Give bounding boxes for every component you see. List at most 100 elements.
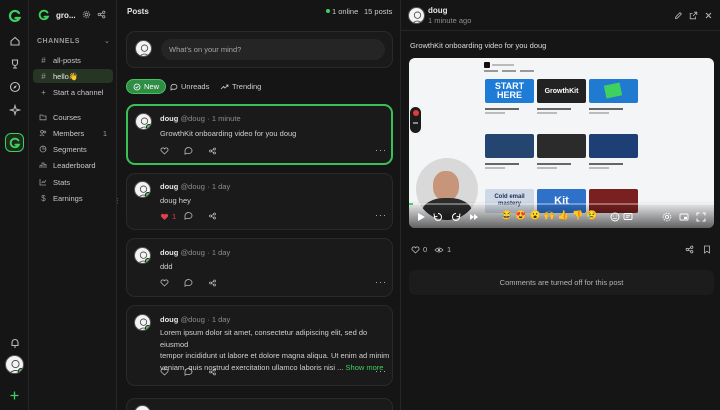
trophy-icon[interactable] [5,54,24,73]
tab-trending[interactable]: Trending [214,79,267,94]
comment-button[interactable] [184,368,193,376]
tab-label: Trending [232,82,262,91]
more-options-icon[interactable]: ··· [375,277,387,287]
sidebar-item-segments[interactable]: Segments [33,142,113,156]
growthkit-logo-icon[interactable] [5,6,24,25]
share-icon[interactable] [685,245,694,254]
view-count: 1 [447,245,452,254]
post-card[interactable]: doug @doug · 1 minute GrowthKit onboardi… [126,104,393,165]
speed-icon[interactable] [451,212,461,222]
post-author[interactable]: doug [160,248,178,257]
home-icon[interactable] [5,31,24,50]
share-icon[interactable] [208,212,217,220]
sidebar-item-label: Stats [53,177,71,187]
post-card[interactable] [126,398,393,410]
post-time: 1 day [211,315,231,324]
reaction-emoji[interactable]: 😍 [515,210,526,221]
picture-in-picture-icon[interactable] [679,212,689,222]
comment-button[interactable] [184,147,193,155]
detail-author[interactable]: doug [428,6,448,15]
workspace-logo-icon [38,9,50,21]
post-card[interactable]: doug @doug · 1 day Lorem ipsum dolor sit… [126,305,393,386]
composer-input[interactable]: What's on your mind? [161,39,385,60]
reaction-emoji[interactable]: 👎 [572,210,583,221]
bookmark-icon[interactable] [703,245,711,254]
video-tile-growthkit: GrowthKit [537,79,586,103]
settings-gear-icon[interactable] [82,10,91,19]
posts-title: Posts [127,7,149,16]
avatar [134,405,151,410]
post-author[interactable]: doug [160,315,178,324]
comment-icon[interactable] [623,212,633,222]
sidebar-item-earnings[interactable]: $ Earnings [33,191,113,205]
recording-control[interactable] [410,107,421,133]
avatar[interactable] [408,7,425,24]
share-icon[interactable] [97,10,106,19]
channels-section-label: CHANNELS [37,38,80,45]
edit-pencil-icon[interactable] [674,11,683,20]
post-author[interactable]: doug [160,182,178,191]
reaction-emoji[interactable]: 😢 [586,210,597,221]
more-options-icon[interactable]: ··· [375,366,387,376]
like-button[interactable] [160,279,169,287]
reaction-emoji[interactable]: 😮 [529,210,540,221]
compass-icon[interactable] [5,77,24,96]
close-icon[interactable] [704,11,713,20]
post-header: doug @doug · 1 day [160,182,231,191]
dollar-icon: $ [41,193,46,203]
video-progress-bar[interactable] [409,203,714,205]
tab-new[interactable]: New [126,79,167,94]
post-card[interactable]: doug @doug · 1 day doug hey 1 ··· [126,173,393,230]
post-author[interactable]: doug [160,114,178,123]
post-body: ddd [160,262,173,271]
sparkle-icon[interactable] [5,100,24,119]
share-icon[interactable] [208,368,217,376]
open-external-icon[interactable] [689,11,698,20]
sidebar-item-label: hello👋 [53,71,79,81]
profile-avatar[interactable] [5,355,24,374]
sidebar-item-stats[interactable]: Stats [33,175,113,189]
fast-forward-icon[interactable] [469,212,479,222]
comment-button[interactable] [184,212,193,220]
app-rail [0,0,29,410]
more-options-icon[interactable]: ··· [375,145,387,155]
sidebar-item-all-posts[interactable]: # all-posts [33,53,113,67]
tab-unreads[interactable]: Unreads [164,79,215,94]
rewind-icon[interactable] [433,212,443,222]
post-body-line: veniam, quis nostrud exercitation ullamc… [160,362,384,372]
more-options-icon[interactable]: ··· [375,210,387,220]
play-icon[interactable] [417,212,426,222]
collapse-chevron-icon[interactable]: ⌄ [104,37,110,45]
sidebar-item-start-channel[interactable]: + Start a channel [33,85,113,99]
bell-icon[interactable] [5,333,24,352]
share-icon[interactable] [208,279,217,287]
sidebar-item-leaderboard[interactable]: Leaderboard [33,158,113,172]
settings-gear-icon[interactable] [662,212,672,222]
workspace-name[interactable]: gro... [56,11,76,20]
community-growthkit-icon[interactable] [5,133,24,152]
sidebar-item-hello[interactable]: # hello👋 [33,69,113,83]
reaction-emoji[interactable]: 🙌 [544,210,555,221]
post-handle: @doug [180,315,205,324]
like-button[interactable] [160,147,169,155]
like-button[interactable]: 0 [411,245,427,254]
reaction-emoji[interactable]: 😂 [501,210,512,221]
resize-handle[interactable]: ⋮ [114,198,121,205]
post-body: doug hey [160,196,191,205]
comment-button[interactable] [184,279,193,287]
like-button[interactable]: 1 [160,212,176,221]
add-community-icon[interactable] [5,386,24,405]
post-card[interactable]: doug @doug · 1 day ddd ··· [126,238,393,297]
sidebar-item-label: Earnings [53,193,83,203]
share-icon[interactable] [208,147,217,155]
sidebar-item-members[interactable]: Members 1 [33,126,113,140]
composer-placeholder: What's on your mind? [169,45,242,54]
video-player[interactable]: START HERE GrowthKit Cold email mastery … [409,58,714,228]
online-dot-icon [326,9,330,13]
reaction-emoji[interactable]: 👍 [558,210,569,221]
sidebar-item-courses[interactable]: Courses [33,110,113,124]
like-button[interactable] [160,368,169,376]
stats-icon [39,178,48,186]
emoji-picker-icon[interactable] [610,212,620,222]
fullscreen-icon[interactable] [696,212,706,222]
